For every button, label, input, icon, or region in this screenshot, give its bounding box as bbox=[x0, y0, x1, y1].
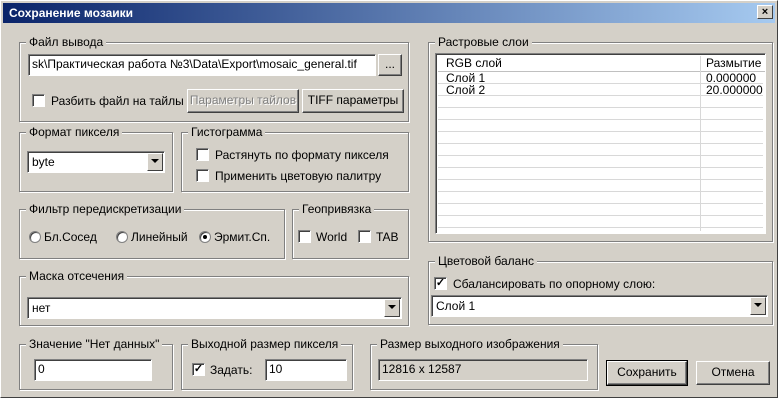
mask-select[interactable]: нет bbox=[27, 297, 402, 319]
column-header-blur[interactable]: Размытие bbox=[703, 56, 765, 72]
table-row[interactable] bbox=[438, 144, 763, 156]
window-title: Сохранение мозаики bbox=[9, 6, 134, 20]
save-button[interactable]: Сохранить bbox=[606, 360, 688, 386]
checkmark-icon: ✓ bbox=[435, 277, 446, 289]
pixel-format-select[interactable]: byte bbox=[27, 151, 165, 173]
pixel-size-legend: Выходной размер пикселя bbox=[188, 337, 342, 351]
resample-nearest-radio[interactable] bbox=[29, 231, 41, 243]
raster-layers-table: RGB слой Размытие Слой 1 0.000000 Слой 2 20… bbox=[435, 53, 766, 234]
table-body: Слой 1 0.000000 Слой 2 20.000000 bbox=[438, 72, 763, 231]
split-tiles-label: Разбить файл на тайлы bbox=[51, 94, 184, 108]
color-balance-legend: Цветовой баланс bbox=[435, 254, 537, 268]
table-row[interactable] bbox=[438, 216, 763, 228]
tab-label: TAB bbox=[376, 230, 399, 244]
georef-legend: Геопривязка bbox=[299, 202, 375, 216]
table-row[interactable] bbox=[438, 180, 763, 192]
nodata-legend: Значение "Нет данных" bbox=[26, 337, 163, 351]
output-path-field[interactable]: sk\Практическая работа №3\Data\Export\mo… bbox=[28, 54, 376, 76]
title-bar: Сохранение мозаики bbox=[3, 3, 775, 23]
table-row[interactable]: Слой 2 20.000000 bbox=[438, 84, 763, 96]
chevron-down-icon[interactable] bbox=[147, 153, 163, 171]
pixel-format-value: byte bbox=[32, 155, 55, 169]
raster-layers-legend: Растровые слои bbox=[435, 35, 532, 49]
world-checkbox[interactable] bbox=[298, 230, 311, 243]
resample-hermite-label: Эрмит.Сп. bbox=[214, 230, 271, 244]
table-row[interactable] bbox=[438, 156, 763, 168]
chevron-down-icon[interactable] bbox=[750, 297, 766, 315]
palette-label: Применить цветовую палитру bbox=[215, 169, 382, 183]
resample-nearest-label: Бл.Сосед bbox=[44, 230, 97, 244]
tiff-params-button[interactable]: TIFF параметры bbox=[302, 89, 404, 113]
close-button[interactable]: × bbox=[757, 5, 773, 19]
stretch-checkbox[interactable] bbox=[196, 148, 209, 161]
output-size-legend: Размер выходного изображения bbox=[377, 337, 563, 351]
mask-legend: Маска отсечения bbox=[26, 269, 128, 283]
mosaic-save-dialog: Сохранение мозаики × Файл вывода sk\Прак… bbox=[0, 0, 778, 398]
table-row[interactable] bbox=[438, 108, 763, 120]
histogram-group: Гистограмма bbox=[181, 125, 409, 192]
checkmark-icon: ✓ bbox=[193, 363, 204, 375]
output-file-legend: Файл вывода bbox=[26, 35, 107, 49]
tile-params-button[interactable]: Параметры тайлов bbox=[187, 89, 299, 113]
blur-value-cell: 20.000000 bbox=[706, 83, 763, 97]
resample-legend: Фильтр передискретизации bbox=[26, 202, 185, 216]
cancel-button[interactable]: Отмена bbox=[696, 361, 770, 385]
table-row[interactable] bbox=[438, 120, 763, 132]
browse-button[interactable]: ... bbox=[378, 54, 402, 76]
resample-linear-radio[interactable] bbox=[116, 231, 128, 243]
balance-label: Сбалансировать по опорному слою: bbox=[453, 277, 656, 291]
pixel-size-input[interactable]: 10 bbox=[265, 359, 347, 381]
histogram-legend: Гистограмма bbox=[188, 125, 266, 139]
balance-layer-value: Слой 1 bbox=[436, 299, 476, 313]
table-row[interactable] bbox=[438, 204, 763, 216]
world-label: World bbox=[316, 230, 348, 244]
split-tiles-checkbox[interactable] bbox=[32, 94, 45, 107]
table-row[interactable] bbox=[438, 132, 763, 144]
balance-checkbox[interactable]: ✓ bbox=[434, 277, 447, 290]
stretch-label: Растянуть по формату пикселя bbox=[215, 148, 389, 162]
table-header: RGB слой Размытие bbox=[438, 56, 765, 72]
pixel-size-checkbox[interactable]: ✓ bbox=[192, 363, 205, 376]
layer-name-cell: Слой 2 bbox=[446, 83, 486, 97]
column-header-rgb-layer[interactable]: RGB слой bbox=[438, 56, 703, 72]
table-row[interactable] bbox=[438, 96, 763, 108]
table-row[interactable] bbox=[438, 168, 763, 180]
close-icon: × bbox=[761, 6, 769, 18]
palette-checkbox[interactable] bbox=[196, 169, 209, 182]
chevron-down-icon[interactable] bbox=[384, 299, 400, 317]
pixel-format-legend: Формат пикселя bbox=[26, 125, 123, 139]
output-size-display: 12816 x 12587 bbox=[378, 359, 588, 381]
table-row[interactable] bbox=[438, 192, 763, 204]
mask-value: нет bbox=[32, 301, 51, 315]
nodata-input[interactable]: 0 bbox=[34, 359, 152, 381]
balance-layer-select[interactable]: Слой 1 bbox=[431, 295, 768, 317]
resample-linear-label: Линейный bbox=[131, 230, 188, 244]
pixel-size-set-label: Задать: bbox=[210, 363, 253, 377]
resample-hermite-radio[interactable] bbox=[199, 231, 211, 243]
tab-checkbox[interactable] bbox=[358, 230, 371, 243]
